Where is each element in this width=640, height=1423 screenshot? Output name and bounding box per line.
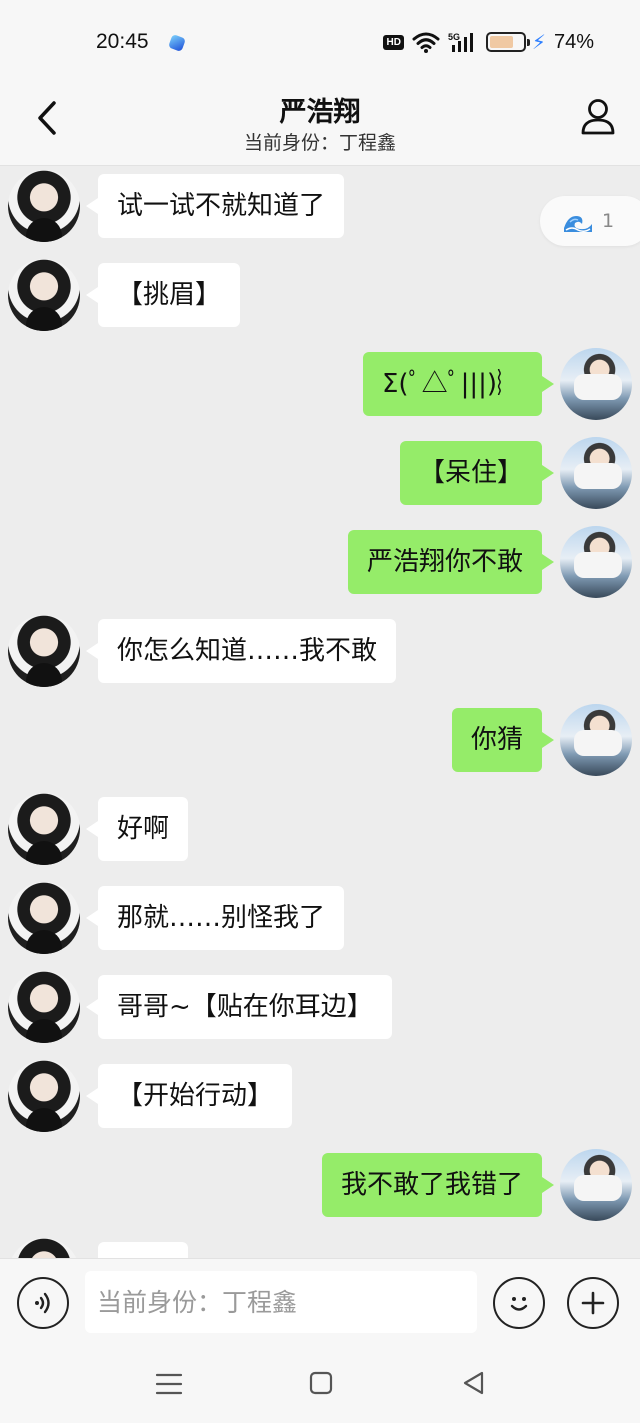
avatar[interactable]: [8, 971, 80, 1043]
message-bubble[interactable]: 我不敢了我错了: [321, 1153, 555, 1217]
battery-percent: 74%: [553, 30, 594, 53]
message-row: 好啊: [0, 793, 640, 865]
input-bar: [0, 1258, 640, 1344]
home-square-icon[interactable]: [308, 1370, 334, 1396]
menu-icon[interactable]: [154, 1371, 184, 1397]
avatar[interactable]: [560, 437, 632, 509]
status-time: 20:45: [96, 30, 149, 53]
chat-header: 严浩翔 当前身份：丁程鑫: [0, 84, 640, 166]
status-bar: 20:45 HD 5G ⚡ 74%: [0, 0, 640, 84]
voice-icon: [35, 1292, 50, 1314]
avatar[interactable]: [560, 704, 632, 776]
message-row: 你猜: [0, 704, 640, 776]
message-bubble[interactable]: 哥哥~【贴在你耳边】: [86, 975, 392, 1039]
avatar[interactable]: [8, 1060, 80, 1132]
message-row: 【开始行动】: [0, 1060, 640, 1132]
network-label: 5G: [448, 32, 460, 42]
floating-badge[interactable]: 1: [540, 196, 640, 246]
message-row: 那就……别怪我了: [0, 882, 640, 954]
message-input[interactable]: [85, 1271, 477, 1333]
voice-button[interactable]: [17, 1277, 69, 1329]
message-row: 【挑眉】: [0, 259, 640, 331]
back-triangle-icon[interactable]: [460, 1369, 488, 1397]
emoji-button[interactable]: [493, 1277, 545, 1329]
message-row: 【呆住】: [0, 437, 640, 509]
message-row: 我不敢了我错了: [0, 1149, 640, 1221]
message-row: 你怎么知道……我不敢: [0, 615, 640, 687]
avatar[interactable]: [8, 882, 80, 954]
contact-name: 严浩翔: [279, 97, 361, 128]
message-bubble-partial[interactable]: [98, 1242, 188, 1258]
message-row: 哥哥~【贴在你耳边】: [0, 971, 640, 1043]
avatar[interactable]: [8, 170, 80, 242]
app-notification-icon: [168, 34, 186, 52]
message-row: Σ(ﾟ△ﾟ|||)︴: [0, 348, 640, 420]
avatar[interactable]: [560, 1149, 632, 1221]
message-bubble[interactable]: 好啊: [85, 797, 189, 861]
message-bubble[interactable]: 严浩翔你不敢: [347, 530, 555, 594]
person-icon[interactable]: [578, 96, 618, 136]
battery-icon: [485, 32, 530, 52]
message-bubble[interactable]: 你猜: [451, 708, 555, 772]
message-row: 严浩翔你不敢: [0, 526, 640, 598]
wifi-icon: [412, 32, 440, 53]
smiley-icon: [510, 1297, 528, 1311]
message-bubble[interactable]: 【挑眉】: [85, 263, 241, 327]
more-button[interactable]: [567, 1277, 619, 1329]
message-bubble[interactable]: 你怎么知道……我不敢: [85, 619, 397, 683]
message-list[interactable]: 试一试不就知道了 【挑眉】 Σ(ﾟ△ﾟ|||)︴ 【呆住】 严浩翔你不敢 你怎么…: [0, 166, 640, 1258]
avatar[interactable]: [8, 793, 80, 865]
message-row-partial: [0, 1238, 640, 1258]
avatar[interactable]: [8, 615, 80, 687]
badge-count: 1: [602, 210, 615, 232]
avatar[interactable]: [560, 526, 632, 598]
message-bubble[interactable]: 那就……别怪我了: [85, 886, 345, 950]
system-nav-bar: [0, 1344, 640, 1423]
hd-badge: HD: [383, 34, 404, 50]
wave-icon: [564, 216, 592, 233]
message-bubble[interactable]: 试一试不就知道了: [85, 174, 345, 238]
avatar[interactable]: [8, 1238, 80, 1258]
message-bubble[interactable]: 【开始行动】: [85, 1064, 293, 1128]
status-indicators: HD 5G ⚡ 74%: [383, 30, 594, 54]
plus-icon: [581, 1291, 605, 1315]
avatar[interactable]: [560, 348, 632, 420]
current-identity: 当前身份：丁程鑫: [243, 132, 396, 154]
charging-bolt-icon: ⚡: [531, 30, 546, 54]
message-bubble[interactable]: Σ(ﾟ△ﾟ|||)︴: [363, 352, 554, 416]
message-bubble[interactable]: 【呆住】: [399, 441, 555, 505]
avatar[interactable]: [8, 259, 80, 331]
battery-fill: [489, 36, 513, 48]
signal-5g-icon: 5G: [448, 32, 473, 52]
